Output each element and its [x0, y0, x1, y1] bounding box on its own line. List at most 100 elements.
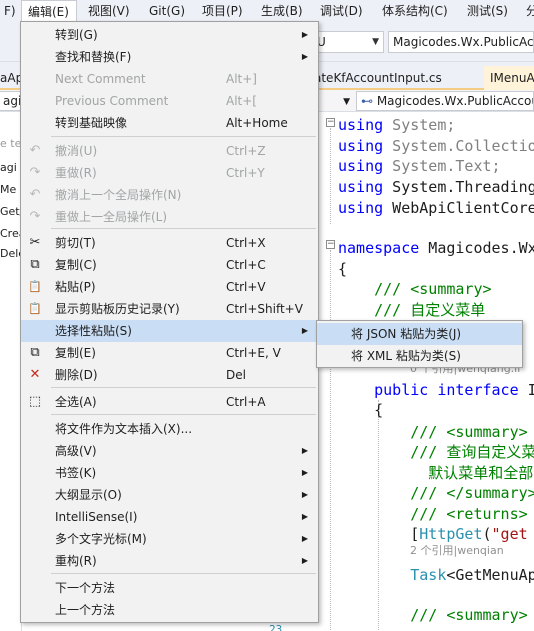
solution-config-dropdown[interactable]: U ▼ — [312, 31, 384, 53]
nav-dropdown-arrow[interactable]: ▼ — [318, 91, 354, 111]
menu-item-duplicate[interactable]: ⧉ 复制(E) Ctrl+E, V — [21, 342, 318, 364]
menu-item-refactor[interactable]: 重构(R) ▶ — [21, 550, 318, 572]
menu-item-next-method[interactable]: 下一个方法 — [21, 577, 318, 599]
code-line: /// 自定义菜单 — [338, 301, 486, 319]
code-line: using System.Text; — [338, 157, 501, 175]
code-line: using System; — [338, 116, 456, 134]
list-item[interactable]: Me — [0, 182, 22, 198]
menu-view[interactable]: 视图(V) — [82, 0, 136, 22]
edit-menu-dropdown: 转到(G) ▶ 查找和替换(F) ▶ Next Comment Alt+] Previous… — [20, 21, 319, 623]
menu-item-find-replace[interactable]: 查找和替换(F) ▶ — [21, 46, 318, 68]
menu-item-paste-special[interactable]: 选择性粘贴(S) ▶ — [21, 320, 318, 342]
menu-item-label: 转到基础映像 — [55, 116, 128, 130]
duplicate-icon: ⧉ — [30, 345, 40, 360]
menu-item-paste[interactable]: 📋 粘贴(P) Ctrl+V — [21, 276, 318, 298]
search-input[interactable]: e tex — [0, 136, 22, 152]
submenu-arrow-icon: ▶ — [301, 534, 308, 543]
chevron-down-icon: ▼ — [343, 97, 350, 107]
menu-item-label: 大纲显示(O) — [55, 488, 122, 502]
list-item[interactable]: Get/ — [0, 204, 22, 220]
solution-explorer-strip: e tex agi Me Get/ Crea Dele — [0, 112, 22, 631]
menu-item-copy[interactable]: ⧉ 复制(C) Ctrl+C — [21, 254, 318, 276]
menu-edit[interactable]: 编辑(E) — [21, 0, 77, 22]
collapse-icon[interactable]: − — [326, 240, 335, 249]
menu-build[interactable]: 生成(B) — [255, 0, 309, 22]
menu-item-advanced[interactable]: 高级(V) ▶ — [21, 440, 318, 462]
startup-project-dropdown[interactable]: Magicodes.Wx.PublicAcc — [388, 31, 534, 53]
menu-item-select-all[interactable]: ⬚ 全选(A) Ctrl+A — [21, 391, 318, 413]
code-line: /// <summary> — [338, 280, 492, 298]
menu-item-label: 复制(C) — [55, 258, 97, 272]
menu-item-shortcut: Alt+Home — [226, 116, 288, 130]
menu-test[interactable]: 测试(S) — [461, 0, 514, 22]
menu-item-clipboard-history[interactable]: 📋 显示剪贴板历史记录(Y) Ctrl+Shift+V — [21, 298, 318, 320]
tab-document-active[interactable]: IMenuA — [484, 66, 534, 90]
menu-item-label: 多个文字光标(M) — [55, 532, 147, 546]
submenu-arrow-icon: ▶ — [301, 52, 308, 61]
menu-item-label: 重做上一全局操作(L) — [55, 210, 168, 224]
menu-item-label: 上一个方法 — [55, 603, 116, 617]
menu-item-next-comment[interactable]: Next Comment Alt+] — [21, 68, 318, 90]
menu-item-shortcut: Ctrl+A — [226, 395, 266, 409]
menu-item-intellisense[interactable]: IntelliSense(I) ▶ — [21, 506, 318, 528]
code-line: public interface I — [374, 381, 534, 399]
menu-item-goto[interactable]: 转到(G) ▶ — [21, 24, 318, 46]
menu-item-multi-caret[interactable]: 多个文字光标(M) ▶ — [21, 528, 318, 550]
menu-item-delete[interactable]: ✕ 删除(D) Del — [21, 364, 318, 386]
submenu-arrow-icon: ▶ — [301, 468, 308, 477]
menu-item-redo-global[interactable]: ↷ 重做上一全局操作(L) — [21, 206, 318, 228]
paste-icon: 📋 — [28, 280, 42, 293]
menu-item-undo-global[interactable]: ↶ 撤消上一个全局操作(N) — [21, 184, 318, 206]
menu-item-undo[interactable]: ↶ 撤消(U) Ctrl+Z — [21, 140, 318, 162]
collapse-icon[interactable]: − — [326, 118, 335, 127]
list-item[interactable]: agi — [0, 160, 22, 176]
menu-item-previous-comment[interactable]: Previous Comment Alt+[ — [21, 90, 318, 112]
menu-git[interactable]: Git(G) — [143, 0, 191, 22]
menu-item-label: 复制(E) — [55, 346, 96, 360]
member-icon: ⊷ — [361, 94, 373, 108]
menu-item-bookmarks[interactable]: 书签(K) ▶ — [21, 462, 318, 484]
menu-debug[interactable]: 调试(D) — [314, 0, 369, 22]
menu-item-label: 撤消上一个全局操作(N) — [55, 188, 182, 202]
menu-item-previous-method[interactable]: 上一个方法 — [21, 599, 318, 621]
list-item[interactable]: Crea — [0, 226, 22, 242]
paste-xml-as-classes-item[interactable]: 将 XML 粘贴为类(S) — [317, 345, 522, 367]
menu-item-label: 选择性粘贴(S) — [55, 324, 132, 338]
code-line: { — [338, 260, 348, 278]
menu-architecture[interactable]: 体系结构(C) — [376, 0, 454, 22]
menu-project[interactable]: 项目(P) — [196, 0, 249, 22]
code-line: /// </summary> — [338, 484, 534, 502]
menu-item-cut[interactable]: ✂ 剪切(T) Ctrl+X — [21, 232, 318, 254]
member-dropdown[interactable]: ⊷ Magicodes.Wx.PublicAccou — [356, 91, 534, 111]
menu-item-outlining[interactable]: 大纲显示(O) ▶ — [21, 484, 318, 506]
tab-document-2[interactable]: ateKfAccountInput.cs — [308, 66, 448, 90]
menu-analyze[interactable]: 分 — [520, 0, 534, 22]
menu-item-shortcut: Alt+] — [226, 72, 257, 86]
menu-item-label: 撤消(U) — [55, 144, 98, 158]
menu-item-redo[interactable]: ↷ 重做(R) Ctrl+Y — [21, 162, 318, 184]
chevron-down-icon: ▼ — [372, 37, 379, 47]
menu-item-insert-file-as-text[interactable]: 将文件作为文本插入(X)... — [21, 418, 318, 440]
cut-icon: ✂ — [29, 235, 41, 250]
code-line: namespace Magicodes.Wx — [338, 239, 534, 257]
menu-item-label: 转到(G) — [55, 28, 98, 42]
reference-hint[interactable]: 2 个引用|wenqian — [410, 542, 504, 558]
menu-item-label: 剪切(T) — [55, 236, 96, 250]
submenu-arrow-icon: ▶ — [301, 512, 308, 521]
paste-special-submenu: 将 JSON 粘贴为类(J) 将 XML 粘贴为类(S) — [316, 320, 523, 368]
menu-item-label: Next Comment — [55, 72, 146, 86]
code-editor[interactable]: − − using System; using System.Collectio u… — [318, 112, 534, 631]
menu-item-shortcut: Del — [226, 368, 246, 382]
menu-item-goto-base-image[interactable]: 转到基础映像 Alt+Home — [21, 112, 318, 134]
menu-separator — [51, 136, 316, 137]
submenu-arrow-icon: ▶ — [301, 326, 308, 335]
paste-json-as-classes-item[interactable]: 将 JSON 粘贴为类(J) — [317, 323, 522, 345]
menu-item-shortcut: Ctrl+C — [226, 258, 266, 272]
member-value: Magicodes.Wx.PublicAccou — [376, 94, 534, 108]
list-item[interactable]: Dele — [0, 246, 22, 262]
menu-file[interactable]: F) — [0, 0, 22, 22]
startup-project-value: Magicodes.Wx.PublicAcc — [393, 35, 534, 49]
menu-item-label: IntelliSense(I) — [55, 510, 138, 524]
code-line: [HttpGet("get — [338, 525, 528, 543]
menu-item-label: 重构(R) — [55, 554, 97, 568]
